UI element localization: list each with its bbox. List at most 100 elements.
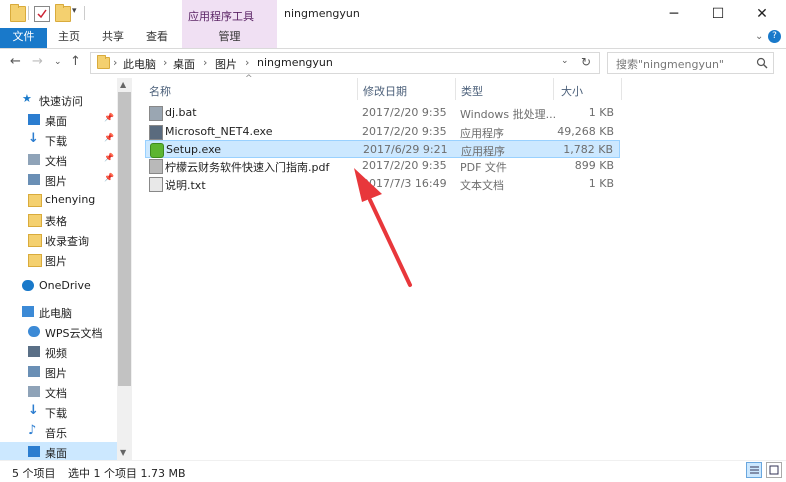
sidebar-item[interactable]: 表格 — [0, 210, 117, 230]
maximize-button[interactable]: ☐ — [696, 0, 740, 28]
up-arrow-icon[interactable]: ↑ — [70, 54, 81, 69]
sidebar-item[interactable]: ↓ 下载 — [0, 402, 117, 422]
sidebar-item[interactable]: 桌面 📌 — [0, 110, 117, 130]
sidebar-item[interactable]: 文档 — [0, 382, 117, 402]
text-file-icon — [149, 177, 163, 192]
file-name: Setup.exe — [166, 143, 222, 156]
scrollbar-thumb[interactable] — [118, 92, 131, 386]
sidebar-item[interactable]: 图片 📌 — [0, 170, 117, 190]
tab-home[interactable]: 主页 — [50, 28, 88, 48]
sidebar-item-label: 文档 — [45, 155, 67, 168]
folder-icon — [28, 214, 42, 227]
sidebar-item-label: 视频 — [45, 347, 67, 360]
back-arrow-icon[interactable]: ← — [10, 54, 21, 69]
sidebar-item[interactable]: 桌面 — [0, 442, 117, 462]
scroll-down-icon[interactable]: ▼ — [120, 448, 126, 457]
item-count: 5 个项目 — [12, 467, 56, 480]
scroll-up-icon[interactable]: ▲ — [120, 80, 126, 89]
column-header-type[interactable]: 类型 — [461, 83, 483, 99]
pdf-icon — [149, 159, 163, 174]
search-icon[interactable] — [756, 57, 768, 69]
sidebar-item-label: 表格 — [45, 215, 67, 228]
sidebar-item-label: 桌面 — [45, 115, 67, 128]
file-size: 899 KB — [574, 159, 614, 172]
recent-locations-icon[interactable]: ⌄ — [54, 57, 62, 67]
column-header-date[interactable]: 修改日期 — [363, 83, 407, 99]
file-type: PDF 文件 — [460, 161, 507, 174]
download-icon: ↓ — [28, 131, 39, 146]
breadcrumb-current-folder[interactable]: ningmengyun — [257, 56, 333, 69]
file-type: Windows 批处理... — [460, 108, 557, 121]
address-dropdown-icon[interactable]: ⌄ — [561, 56, 569, 66]
breadcrumb-separator-icon: › — [163, 56, 168, 69]
sidebar-item[interactable]: 图片 — [0, 250, 117, 270]
details-view-icon[interactable] — [746, 462, 762, 478]
file-name: Microsoft_NET4.exe — [165, 125, 273, 138]
tab-share[interactable]: 共享 — [94, 28, 132, 48]
large-icons-view-icon[interactable] — [766, 462, 782, 478]
pin-icon: 📌 — [104, 173, 114, 182]
search-box[interactable]: 搜索"ningmengyun" — [607, 52, 774, 74]
document-icon — [28, 154, 40, 165]
pin-icon: 📌 — [104, 133, 114, 142]
search-input[interactable]: 搜索"ningmengyun" — [616, 56, 724, 72]
properties-icon[interactable] — [34, 6, 50, 22]
sidebar-item-label: 图片 — [45, 255, 67, 268]
file-size: 1 KB — [588, 106, 614, 119]
sidebar-item[interactable]: ↓ 下载 📌 — [0, 130, 117, 150]
file-row[interactable]: Microsoft_NET4.exe 2017/2/20 9:35 应用程序 49,2… — [145, 123, 620, 141]
quick-access-dropdown-icon[interactable]: ▾ — [72, 6, 77, 16]
sidebar-item[interactable]: 此电脑 — [0, 302, 117, 322]
sidebar-item[interactable]: ♪ 音乐 — [0, 422, 117, 442]
file-name: dj.bat — [165, 106, 197, 119]
sidebar-item[interactable]: 文档 📌 — [0, 150, 117, 170]
refresh-icon[interactable]: ↻ — [581, 55, 591, 69]
contextual-tab-group-label: 应用程序工具 — [188, 10, 254, 23]
computer-icon — [22, 306, 34, 317]
breadcrumb-this-pc[interactable]: 此电脑 — [123, 56, 156, 72]
sidebar-item-label: 图片 — [45, 175, 67, 188]
new-folder-icon[interactable] — [55, 4, 71, 22]
sidebar-item[interactable]: OneDrive — [0, 276, 117, 296]
file-type: 文本文档 — [460, 179, 504, 192]
cloud-icon — [22, 280, 34, 291]
sidebar-item[interactable]: 收录查询 — [0, 230, 117, 250]
status-bar: 5 个项目 选中 1 个项目 1.73 MB — [0, 460, 786, 482]
tab-file[interactable]: 文件 — [0, 28, 47, 48]
sidebar-item[interactable]: chenying — [0, 190, 117, 210]
file-type: 应用程序 — [460, 127, 504, 140]
sidebar-item-label: 桌面 — [45, 447, 67, 460]
sidebar-item[interactable]: ★ 快速访问 — [0, 90, 117, 110]
file-name: 说明.txt — [165, 179, 206, 192]
tab-manage[interactable]: 管理 — [182, 28, 277, 48]
sidebar-item-label: 音乐 — [45, 427, 67, 440]
minimize-button[interactable]: ─ — [652, 0, 696, 28]
breadcrumb-desktop[interactable]: 桌面 — [173, 56, 195, 72]
tab-view[interactable]: 查看 — [138, 28, 176, 48]
file-row[interactable]: dj.bat 2017/2/20 9:35 Windows 批处理... 1 KB — [145, 104, 620, 122]
sidebar-item-label: 下载 — [45, 407, 67, 420]
column-headers: ^ 名称 修改日期 类型 大小 — [133, 74, 786, 100]
sidebar-item-label: OneDrive — [39, 279, 91, 292]
column-header-size[interactable]: 大小 — [561, 83, 583, 99]
address-bar[interactable]: › 此电脑 › 桌面 › 图片 › ningmengyun ⌄ ↻ — [90, 52, 600, 74]
sidebar-item[interactable]: WPS云文档 — [0, 322, 117, 342]
help-icon[interactable]: ? — [768, 30, 781, 43]
window-title: ningmengyun — [284, 7, 360, 20]
folder-icon — [28, 254, 42, 267]
sidebar-item[interactable]: 图片 — [0, 362, 117, 382]
ribbon-expand-icon[interactable]: ⌄ — [755, 31, 763, 42]
column-header-name[interactable]: 名称 — [149, 83, 171, 99]
folder-icon — [28, 194, 42, 207]
forward-arrow-icon[interactable]: → — [32, 54, 43, 69]
breadcrumb-pictures[interactable]: 图片 — [215, 56, 237, 72]
file-row[interactable]: Setup.exe 2017/6/29 9:21 应用程序 1,782 KB — [145, 140, 620, 158]
picture-icon — [28, 366, 40, 377]
file-date: 2017/2/20 9:35 — [362, 125, 447, 138]
sidebar-item-label: WPS云文档 — [45, 327, 103, 340]
close-button[interactable]: ✕ — [740, 0, 784, 28]
batch-file-icon — [149, 106, 163, 121]
sidebar-item-label: 此电脑 — [39, 307, 72, 320]
desktop-icon — [28, 114, 40, 125]
sidebar-item[interactable]: 视频 — [0, 342, 117, 362]
